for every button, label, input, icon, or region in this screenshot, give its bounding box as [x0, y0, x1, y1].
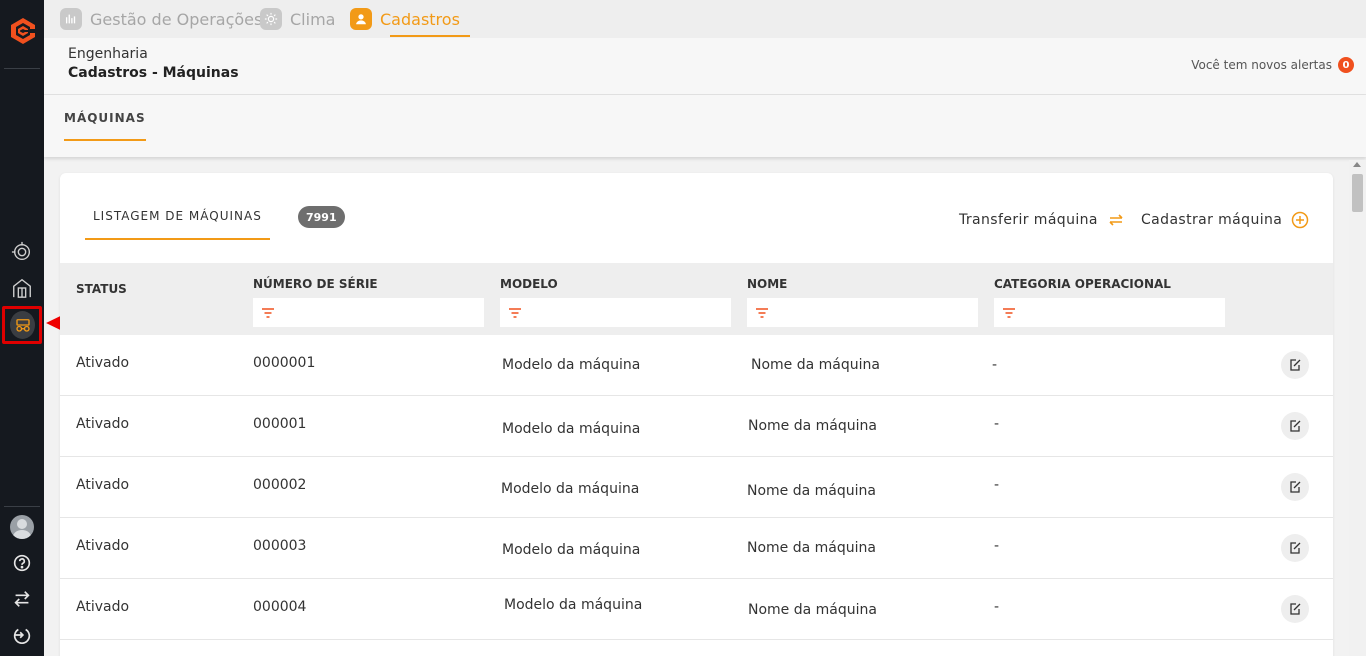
- cell-serial: 000004: [253, 599, 307, 615]
- edit-icon: [1290, 420, 1301, 432]
- cell-serial: 000001: [253, 416, 307, 432]
- target-icon[interactable]: [10, 240, 34, 264]
- edit-button[interactable]: [1281, 351, 1309, 379]
- cell-status: Ativado: [76, 477, 130, 493]
- register-machine-button[interactable]: Cadastrar máquina: [1141, 211, 1309, 229]
- column-header-model: MODELO: [500, 277, 558, 291]
- cell-status: Ativado: [76, 416, 130, 432]
- tab-cadastros[interactable]: Cadastros: [350, 0, 470, 38]
- help-icon[interactable]: [10, 551, 34, 575]
- cell-serial: 000003: [253, 538, 307, 554]
- cell-name: Nome da máquina: [748, 602, 877, 618]
- filter-icon: [509, 307, 521, 318]
- brand-logo[interactable]: [8, 16, 38, 46]
- avatar[interactable]: [10, 515, 34, 539]
- cell-category: -: [992, 357, 998, 373]
- filter-icon: [262, 307, 274, 318]
- edit-button[interactable]: [1281, 534, 1309, 562]
- user-icon: [350, 8, 372, 30]
- cell-name: Nome da máquina: [747, 540, 876, 556]
- cell-name: Nome da máquina: [748, 418, 877, 434]
- cell-category: -: [994, 477, 1000, 493]
- filter-icon: [756, 307, 768, 318]
- cell-status: Ativado: [76, 355, 130, 371]
- cell-category: -: [994, 599, 1000, 615]
- tab-listagem-maquinas[interactable]: LISTAGEM DE MÁQUINAS: [85, 209, 270, 240]
- model-filter-input[interactable]: [500, 298, 731, 327]
- cell-status: Ativado: [76, 538, 130, 554]
- machines-nav-highlight[interactable]: [2, 306, 42, 344]
- page-title: Cadastros - Máquinas: [68, 65, 239, 81]
- operations-icon: [60, 8, 82, 30]
- alerts-indicator[interactable]: Você tem novos alertas 0: [1191, 57, 1354, 73]
- logout-icon[interactable]: [10, 623, 34, 647]
- machine-icon[interactable]: [10, 311, 35, 339]
- cell-category: -: [994, 416, 1000, 432]
- top-tab-bar: Gestão de Operações Clima Cadastros: [44, 0, 1366, 38]
- tab-gestao-operacoes[interactable]: Gestão de Operações: [60, 0, 262, 38]
- filter-icon: [1003, 307, 1015, 318]
- tab-maquinas[interactable]: MÁQUINAS: [64, 111, 146, 141]
- scrollbar-thumb[interactable]: [1352, 174, 1363, 212]
- breadcrumb-parent: Engenharia: [68, 46, 148, 62]
- tab-label: Gestão de Operações: [90, 9, 263, 29]
- scroll-up-arrow[interactable]: [1353, 162, 1361, 167]
- building-icon[interactable]: [10, 276, 34, 300]
- column-header-name: NOME: [747, 277, 788, 291]
- cell-model: Modelo da máquina: [504, 597, 643, 613]
- alerts-text: Você tem novos alertas: [1191, 58, 1332, 72]
- tab-clima[interactable]: Clima: [260, 0, 335, 38]
- cell-serial: 0000001: [253, 355, 316, 371]
- swap-icon[interactable]: [10, 587, 34, 611]
- edit-button[interactable]: [1281, 595, 1309, 623]
- machines-card: LISTAGEM DE MÁQUINAS 7991 Transferir máq…: [60, 173, 1333, 656]
- serial-filter-input[interactable]: [253, 298, 484, 327]
- table-row[interactable]: Ativado 000001 Modelo da máquina Nome da…: [60, 396, 1333, 457]
- category-filter-input[interactable]: [994, 298, 1225, 327]
- scrollbar[interactable]: [1349, 160, 1366, 656]
- transfer-icon: [1109, 214, 1123, 226]
- machines-count-badge: 7991: [298, 206, 345, 228]
- cell-status: Ativado: [76, 599, 130, 615]
- table-row[interactable]: Ativado 000002 Modelo da máquina Nome da…: [60, 457, 1333, 518]
- column-header-status: STATUS: [76, 282, 127, 296]
- cell-model: Modelo da máquina: [502, 421, 641, 437]
- sub-navigation: MÁQUINAS: [44, 95, 1366, 157]
- cell-model: Modelo da máquina: [501, 481, 640, 497]
- edit-icon: [1290, 359, 1301, 371]
- column-header-category: CATEGORIA OPERACIONAL: [994, 277, 1171, 291]
- cell-serial: 000002: [253, 477, 307, 493]
- table-header: STATUS NÚMERO DE SÉRIE MODELO NOME CATEG…: [60, 263, 1333, 335]
- table-row[interactable]: Ativado 0000001 Modelo da máquina Nome d…: [60, 335, 1333, 396]
- cell-model: Modelo da máquina: [502, 542, 641, 558]
- sidebar-divider: [4, 68, 40, 69]
- transfer-machine-button[interactable]: Transferir máquina: [959, 211, 1125, 229]
- transfer-machine-label: Transferir máquina: [959, 212, 1098, 228]
- cell-category: -: [994, 538, 1000, 554]
- sidebar: [0, 0, 44, 656]
- edit-icon: [1290, 481, 1301, 493]
- edit-icon: [1290, 542, 1301, 554]
- cell-model: Modelo da máquina: [502, 357, 641, 373]
- register-machine-label: Cadastrar máquina: [1141, 212, 1283, 228]
- column-header-serial: NÚMERO DE SÉRIE: [253, 277, 378, 291]
- name-filter-input[interactable]: [747, 298, 978, 327]
- edit-button[interactable]: [1281, 412, 1309, 440]
- table-row[interactable]: Ativado 000003 Modelo da máquina Nome da…: [60, 518, 1333, 579]
- cell-name: Nome da máquina: [751, 357, 880, 373]
- cell-name: Nome da máquina: [747, 483, 876, 499]
- edit-icon: [1290, 603, 1301, 615]
- alerts-count-badge: 0: [1338, 57, 1354, 73]
- add-circle-icon: [1292, 211, 1309, 229]
- tab-label: Cadastros: [380, 9, 460, 29]
- edit-button[interactable]: [1281, 473, 1309, 501]
- table-row[interactable]: Ativado 000004 Modelo da máquina Nome da…: [60, 579, 1333, 640]
- page-header: Engenharia Cadastros - Máquinas Você tem…: [44, 38, 1366, 95]
- tab-label: Clima: [290, 9, 336, 29]
- sun-icon: [260, 8, 282, 30]
- sidebar-divider: [4, 506, 40, 507]
